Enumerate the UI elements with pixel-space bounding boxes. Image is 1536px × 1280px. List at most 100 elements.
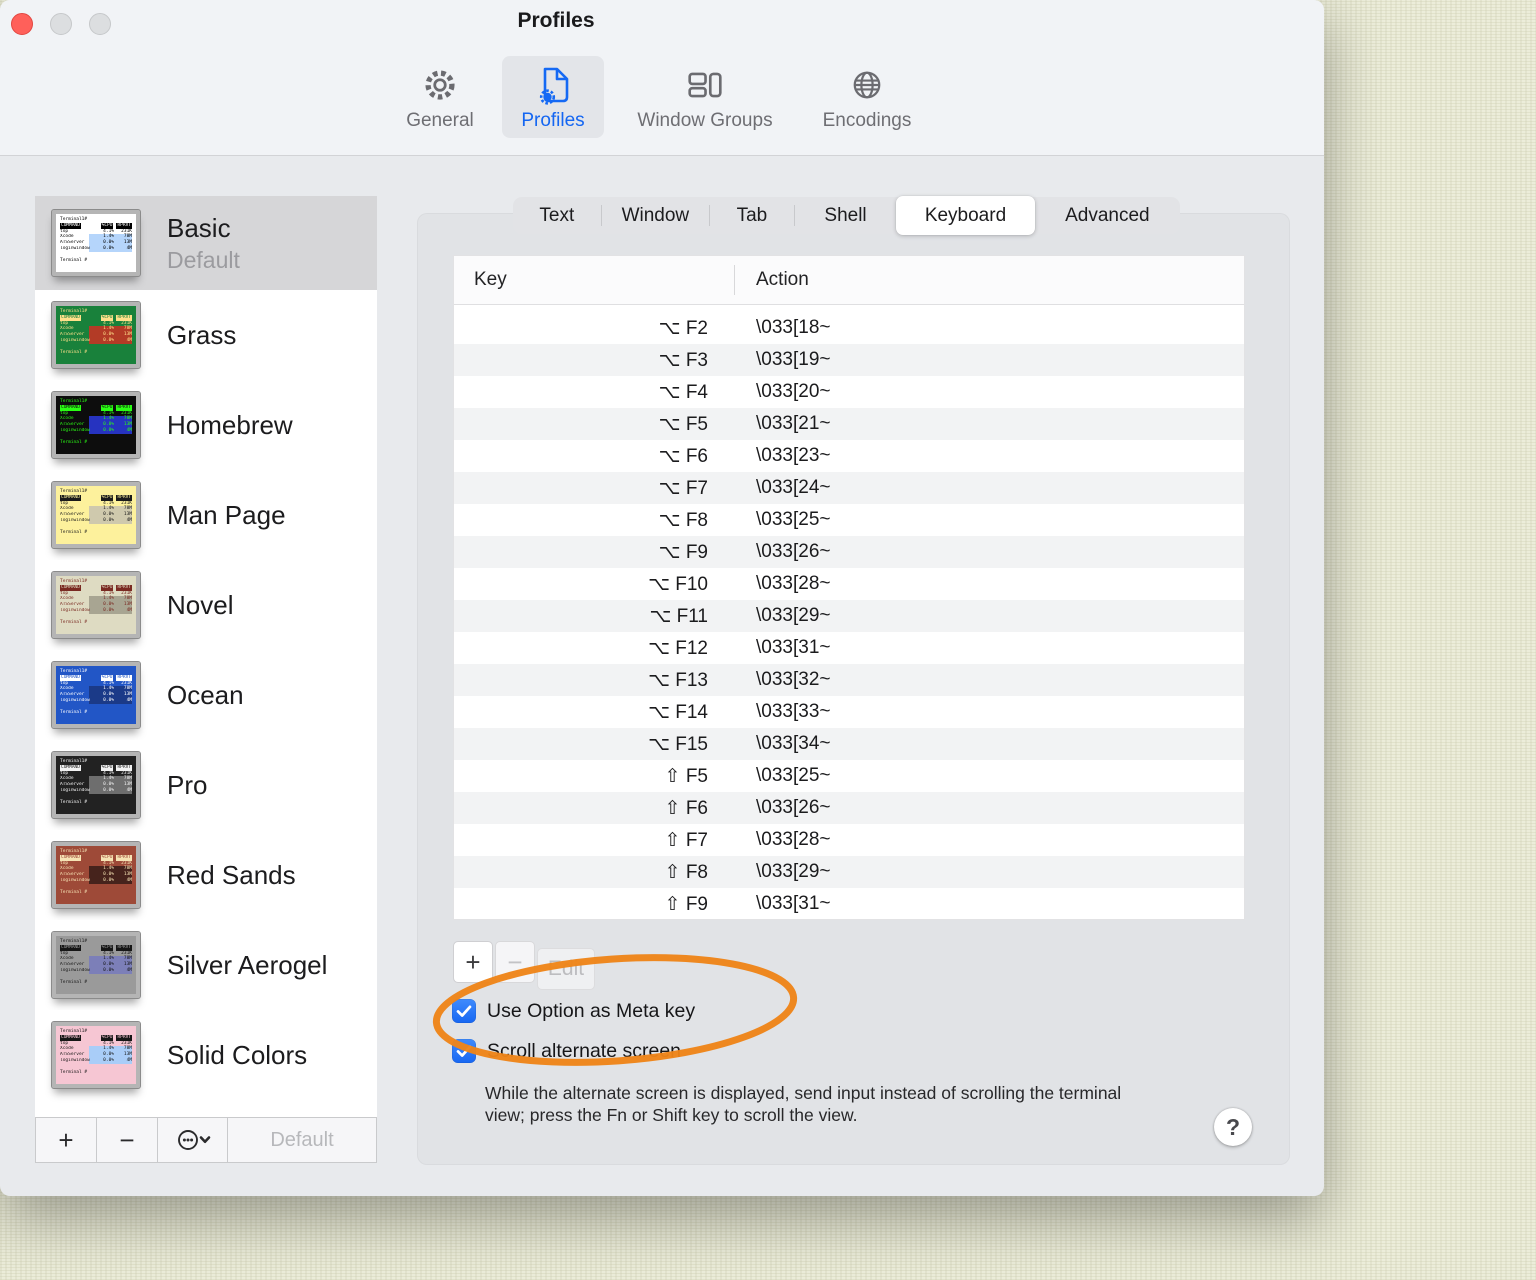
profile-actions-button[interactable] (158, 1118, 228, 1162)
toolbar-item-label: Encodings (822, 110, 912, 131)
checkbox-checked-icon[interactable] (452, 1039, 476, 1063)
shortcut-row[interactable]: ⌥ F9 \033[26~ (454, 536, 1244, 568)
shortcut-action: \033[25~ (756, 765, 831, 786)
table-scroll-sliver (454, 305, 1244, 312)
profile-name: Man Page (167, 499, 286, 530)
shortcut-row[interactable]: ⇧ F8 \033[29~ (454, 856, 1244, 888)
tab-window[interactable]: Window (602, 197, 710, 234)
shortcut-action: \033[21~ (756, 413, 831, 434)
shortcut-key: ⌥ F10 (648, 573, 708, 595)
shortcut-row[interactable]: ⌥ F14 \033[33~ (454, 696, 1244, 728)
profile-thumbnail: Terminal1# COMMAND %CPU RPRVT top 4.1% 231K Xco… (51, 1021, 141, 1089)
shortcut-row[interactable]: ⌥ F10 \033[28~ (454, 568, 1244, 600)
shortcut-key: ⌥ F4 (658, 381, 708, 403)
checkbox-label: Use Option as Meta key (487, 999, 696, 1022)
scroll-alternate-screen-checkbox[interactable]: Scroll alternate screen (452, 1039, 681, 1063)
profile-row-basic[interactable]: Terminal1# COMMAND %CPU RPRVT top 4.1% 231K Xco… (35, 196, 377, 290)
profile-row-novel[interactable]: Terminal1# COMMAND %CPU RPRVT top 4.1% 231K Xco… (35, 560, 377, 650)
toolbar-item-window-groups[interactable]: Window Groups (620, 56, 790, 138)
shortcut-row[interactable]: ⌥ F3 \033[19~ (454, 344, 1244, 376)
shortcut-row[interactable]: ⌥ F12 \033[31~ (454, 632, 1244, 664)
shortcut-row[interactable]: ⌥ F7 \033[24~ (454, 472, 1244, 504)
profile-row-solid-colors[interactable]: Terminal1# COMMAND %CPU RPRVT top 4.1% 231K Xco… (35, 1010, 377, 1100)
shortcut-key: ⇧ F7 (664, 829, 708, 851)
shortcut-action: \033[31~ (756, 893, 831, 914)
window-title: Profiles (517, 9, 595, 32)
add-profile-button[interactable]: + (36, 1118, 97, 1162)
table-header[interactable]: Key Action (454, 256, 1244, 305)
window-groups-icon (686, 62, 724, 108)
profile-name: Silver Aerogel (167, 949, 328, 980)
toolbar-item-profiles[interactable]: Profiles (502, 56, 604, 138)
shortcut-key: ⌥ F2 (658, 317, 708, 339)
shortcut-action: \033[29~ (756, 861, 831, 882)
shortcut-key: ⌥ F13 (648, 669, 708, 691)
profile-thumbnail: Terminal1# COMMAND %CPU RPRVT top 4.1% 231K Xco… (51, 571, 141, 639)
shortcut-key: ⌥ F3 (658, 349, 708, 371)
toolbar-item-label: Profiles (521, 110, 585, 131)
tab-shell[interactable]: Shell (795, 197, 897, 234)
profile-row-homebrew[interactable]: Terminal1# COMMAND %CPU RPRVT top 4.1% 231K Xco… (35, 380, 377, 470)
shortcut-row[interactable]: ⇧ F6 \033[26~ (454, 792, 1244, 824)
help-button[interactable]: ? (1214, 1108, 1252, 1146)
profile-row-pro[interactable]: Terminal1# COMMAND %CPU RPRVT top 4.1% 231K Xco… (35, 740, 377, 830)
shortcut-key: ⌥ F15 (648, 733, 708, 755)
shortcut-row[interactable]: ⇧ F7 \033[28~ (454, 824, 1244, 856)
table-body: ⌥ F2 \033[18~ ⌥ F3 \033[19~ ⌥ F4 \033[20~ ⌥ F5… (454, 312, 1244, 919)
profile-subtitle: Default (167, 246, 240, 273)
shortcut-row[interactable]: ⇧ F5 \033[25~ (454, 760, 1244, 792)
profile-row-red-sands[interactable]: Terminal1# COMMAND %CPU RPRVT top 4.1% 231K Xco… (35, 830, 377, 920)
default-profile-button[interactable]: Default (228, 1118, 376, 1162)
profile-thumbnail: Terminal1# COMMAND %CPU RPRVT top 4.1% 231K Xco… (51, 481, 141, 549)
profile-thumbnail: Terminal1# COMMAND %CPU RPRVT top 4.1% 231K Xco… (51, 931, 141, 999)
shortcut-row[interactable]: ⌥ F2 \033[18~ (454, 312, 1244, 344)
profile-name: Red Sands (167, 859, 296, 890)
profile-name: Homebrew (167, 409, 293, 440)
shortcut-action: \033[26~ (756, 797, 831, 818)
shortcut-key: ⌥ F12 (648, 637, 708, 659)
profile-thumbnail: Terminal1# COMMAND %CPU RPRVT top 4.1% 231K Xco… (51, 209, 141, 277)
remove-shortcut-button[interactable]: − (495, 941, 535, 983)
shortcut-row[interactable]: ⌥ F4 \033[20~ (454, 376, 1244, 408)
shortcut-row[interactable]: ⌥ F13 \033[32~ (454, 664, 1244, 696)
tab-text[interactable]: Text (513, 197, 601, 234)
add-shortcut-button[interactable]: + (453, 941, 493, 983)
tab-keyboard[interactable]: Keyboard (896, 196, 1035, 235)
remove-profile-button[interactable]: − (97, 1118, 158, 1162)
shortcut-row[interactable]: ⌥ F11 \033[29~ (454, 600, 1244, 632)
profile-row-ocean[interactable]: Terminal1# COMMAND %CPU RPRVT top 4.1% 231K Xco… (35, 650, 377, 740)
toolbar-item-encodings[interactable]: Encodings (807, 56, 927, 138)
preferences-window: Profiles General Profiles Window Groups Enc… (0, 0, 1324, 1196)
profile-thumbnail: Terminal1# COMMAND %CPU RPRVT top 4.1% 231K Xco… (51, 301, 141, 369)
shortcut-action: \033[19~ (756, 349, 831, 370)
shortcut-action: \033[34~ (756, 733, 831, 754)
more-menu-icon (177, 1130, 210, 1150)
shortcut-row[interactable]: ⌥ F5 \033[21~ (454, 408, 1244, 440)
shortcut-row[interactable]: ⇧ F9 \033[31~ (454, 888, 1244, 919)
shortcut-key: ⇧ F9 (664, 893, 708, 915)
shortcut-row[interactable]: ⌥ F15 \033[34~ (454, 728, 1244, 760)
shortcut-key: ⌥ F11 (649, 605, 708, 627)
checkbox-label: Scroll alternate screen (487, 1039, 682, 1062)
tab-tab[interactable]: Tab (710, 197, 794, 234)
tab-advanced[interactable]: Advanced (1035, 197, 1180, 234)
shortcut-key: ⌥ F9 (658, 541, 708, 563)
shortcut-action: \033[20~ (756, 381, 831, 402)
column-header-key[interactable]: Key (454, 269, 507, 291)
toolbar-item-general[interactable]: General (396, 56, 484, 138)
profile-row-silver-aerogel[interactable]: Terminal1# COMMAND %CPU RPRVT top 4.1% 231K Xco… (35, 920, 377, 1010)
shortcut-row[interactable]: ⌥ F6 \033[23~ (454, 440, 1244, 472)
edit-shortcut-button[interactable]: Edit (537, 948, 595, 990)
column-header-action[interactable]: Action (756, 269, 809, 291)
toolbar-item-label: Window Groups (637, 110, 773, 131)
shortcut-key: ⇧ F5 (664, 765, 708, 787)
profile-name: Basic (167, 212, 231, 243)
shortcut-actions: + − Edit (453, 941, 595, 990)
shortcut-action: \033[26~ (756, 541, 831, 562)
use-option-as-meta-key-checkbox[interactable]: Use Option as Meta key (452, 999, 695, 1023)
profile-row-man-page[interactable]: Terminal1# COMMAND %CPU RPRVT top 4.1% 231K Xco… (35, 470, 377, 560)
checkbox-checked-icon[interactable] (452, 999, 476, 1023)
shortcut-row[interactable]: ⌥ F8 \033[25~ (454, 504, 1244, 536)
shortcut-action: \033[32~ (756, 669, 831, 690)
profile-row-grass[interactable]: Terminal1# COMMAND %CPU RPRVT top 4.1% 231K Xco… (35, 290, 377, 380)
